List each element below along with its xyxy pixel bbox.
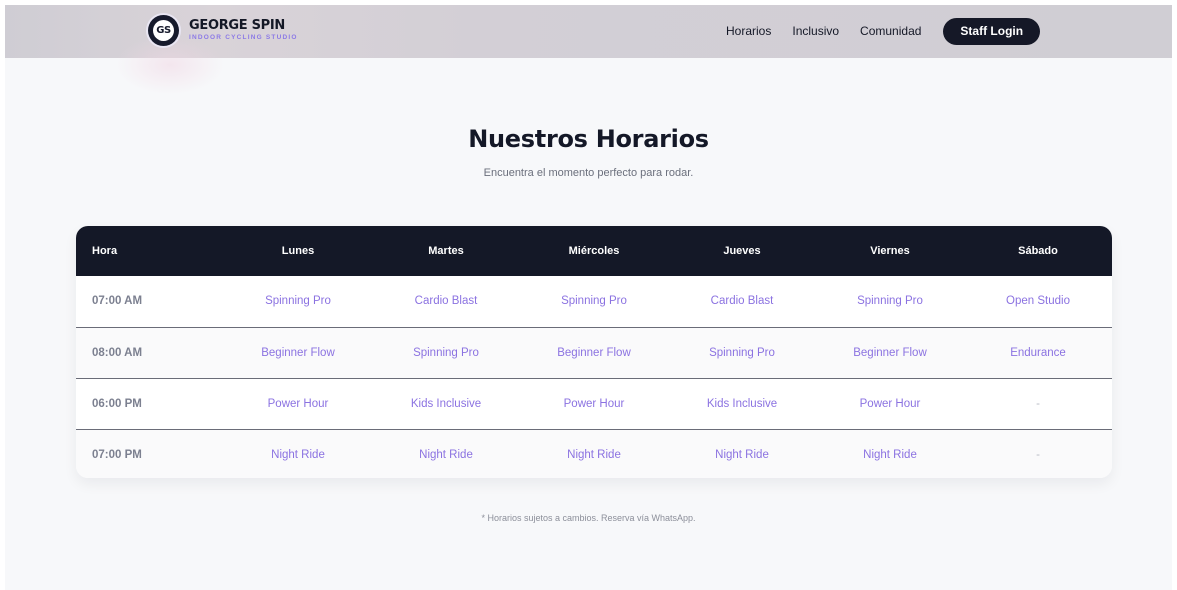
header-sabado: Sábado — [1018, 245, 1058, 257]
class-cell: Power Hour — [816, 377, 964, 429]
class-cell: Cardio Blast — [414, 295, 478, 308]
empty-cell: - — [964, 377, 1112, 429]
brand-text: GEORGE SPIN INDOOR CYCLING STUDIO — [189, 19, 298, 42]
logo-monogram: GS — [153, 20, 174, 41]
header-viernes: Viernes — [870, 245, 910, 257]
class-cell: Night Ride — [224, 428, 372, 478]
brand-name: GEORGE SPIN — [189, 18, 285, 34]
header-hora: Hora — [92, 245, 118, 257]
header-lunes: Lunes — [281, 245, 315, 257]
schedule-note: * Horarios sujetos a cambios. Reserva ví… — [481, 513, 696, 523]
class-cell: Spinning Pro — [265, 295, 331, 308]
time-cell: 08:00 AM — [76, 326, 224, 378]
staff-login-button[interactable]: Staff Login — [943, 18, 1041, 45]
table-row: 07:00 PM Night Ride Night Ride Night Rid… — [76, 428, 1112, 478]
class-cell: Spinning Pro — [372, 326, 520, 378]
class-cell: Spinning Pro — [561, 295, 627, 308]
page-subtitle: Encuentra el momento perfecto para rodar… — [483, 167, 694, 179]
header-jueves: Jueves — [723, 245, 761, 257]
time-cell: 06:00 PM — [76, 377, 224, 429]
schedule-table-card: Hora Lunes Martes Miércoles Jueves Viern… — [76, 226, 1112, 478]
class-cell: Night Ride — [520, 428, 668, 478]
class-cell: Spinning Pro — [857, 295, 923, 308]
time-cell: 07:00 AM — [92, 295, 143, 308]
main-nav: Horarios Inclusivo Comunidad Staff Login — [726, 18, 1041, 45]
page-title: Nuestros Horarios — [468, 125, 709, 153]
class-cell: Night Ride — [816, 428, 964, 478]
class-cell: Endurance — [964, 326, 1112, 378]
nav-link-inclusivo[interactable]: Inclusivo — [792, 18, 839, 45]
class-cell: Spinning Pro — [668, 326, 816, 378]
class-cell: Beginner Flow — [520, 326, 668, 378]
nav-link-horarios[interactable]: Horarios — [726, 18, 771, 45]
schedule-table: Hora Lunes Martes Miércoles Jueves Viern… — [76, 226, 1112, 478]
logo-icon: GS — [148, 15, 179, 46]
class-cell: Cardio Blast — [710, 295, 774, 308]
brand-tagline: INDOOR CYCLING STUDIO — [189, 34, 298, 42]
class-cell: Kids Inclusive — [668, 377, 816, 429]
class-cell: Kids Inclusive — [372, 377, 520, 429]
class-cell: Open Studio — [1006, 295, 1070, 308]
class-cell: Beginner Flow — [224, 326, 372, 378]
table-row: 07:00 AM Spinning Pro Cardio Blast Spinn… — [76, 276, 1112, 327]
class-cell: Night Ride — [372, 428, 520, 478]
page: GS GEORGE SPIN INDOOR CYCLING STUDIO Hor… — [5, 5, 1172, 590]
site-header: GS GEORGE SPIN INDOOR CYCLING STUDIO Hor… — [5, 5, 1172, 95]
brand-logo-link[interactable]: GS GEORGE SPIN INDOOR CYCLING STUDIO — [148, 15, 298, 46]
header-martes: Martes — [428, 245, 464, 257]
table-row: 06:00 PM Power Hour Kids Inclusive Power… — [76, 377, 1112, 429]
table-row: 08:00 AM Beginner Flow Spinning Pro Begi… — [76, 326, 1112, 378]
nav-link-comunidad[interactable]: Comunidad — [860, 18, 921, 45]
class-cell: Power Hour — [520, 377, 668, 429]
table-header-row: Hora Lunes Martes Miércoles Jueves Viern… — [76, 226, 1112, 276]
class-cell: Power Hour — [224, 377, 372, 429]
class-cell: Beginner Flow — [816, 326, 964, 378]
class-cell: Night Ride — [668, 428, 816, 478]
header-miercoles: Miércoles — [568, 245, 620, 257]
empty-cell: - — [964, 428, 1112, 478]
time-cell: 07:00 PM — [76, 428, 224, 478]
